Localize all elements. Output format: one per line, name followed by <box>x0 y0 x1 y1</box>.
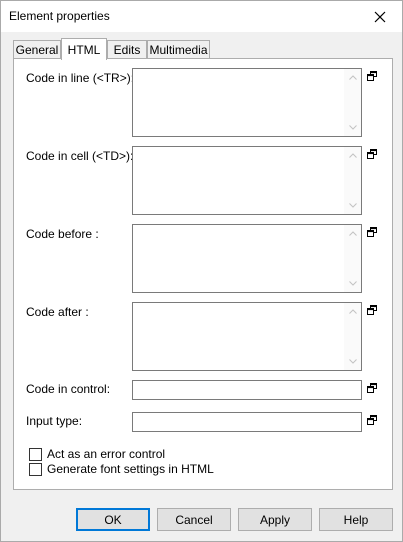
title-bar: Element properties <box>1 1 402 32</box>
apply-button[interactable]: Apply <box>238 508 312 531</box>
ok-button[interactable]: OK <box>76 508 150 531</box>
chevron-down-icon <box>348 281 357 286</box>
chevron-down-icon <box>348 125 357 130</box>
dialog-window: Element properties General HTML Edits Mu… <box>0 0 403 542</box>
expand-editor-icon[interactable] <box>367 415 377 425</box>
code-in-control-input[interactable] <box>132 380 362 400</box>
tab-html[interactable]: HTML <box>61 38 107 60</box>
error-control-checkbox[interactable] <box>29 447 42 461</box>
tab-edits[interactable]: Edits <box>107 40 147 59</box>
scrollbar[interactable] <box>344 303 361 370</box>
help-button[interactable]: Help <box>319 508 393 531</box>
expand-editor-icon[interactable] <box>367 227 377 237</box>
scroll-down-arrow[interactable] <box>344 353 361 370</box>
close-icon <box>374 11 386 22</box>
chevron-up-icon <box>348 75 357 80</box>
code-before-field[interactable] <box>132 224 362 293</box>
scroll-down-arrow[interactable] <box>344 119 361 136</box>
code-in-control-label: Code in control: <box>26 382 111 396</box>
error-control-label: Act as an error control <box>47 447 166 461</box>
code-before-label: Code before : <box>26 227 99 241</box>
chevron-up-icon <box>348 153 357 158</box>
scrollbar[interactable] <box>344 69 361 136</box>
scrollbar[interactable] <box>344 225 361 292</box>
code-in-line-field[interactable] <box>132 68 362 137</box>
font-settings-checkbox-row[interactable]: Generate font settings in HTML <box>29 462 214 476</box>
cancel-button[interactable]: Cancel <box>157 508 231 531</box>
input-type-label: Input type: <box>26 414 83 428</box>
tab-general[interactable]: General <box>13 40 61 59</box>
chevron-down-icon <box>348 359 357 364</box>
error-control-checkbox-row[interactable]: Act as an error control <box>29 447 165 461</box>
expand-editor-icon[interactable] <box>367 383 377 393</box>
tab-multimedia[interactable]: Multimedia <box>147 40 210 59</box>
font-settings-checkbox[interactable] <box>29 462 42 476</box>
scroll-up-arrow[interactable] <box>344 147 361 164</box>
chevron-up-icon <box>348 309 357 314</box>
font-settings-label: Generate font settings in HTML <box>47 462 214 476</box>
scroll-down-arrow[interactable] <box>344 197 361 214</box>
scroll-down-arrow[interactable] <box>344 275 361 292</box>
expand-editor-icon[interactable] <box>367 71 377 81</box>
chevron-up-icon <box>348 231 357 236</box>
scroll-up-arrow[interactable] <box>344 303 361 320</box>
scroll-up-arrow[interactable] <box>344 69 361 86</box>
close-button[interactable] <box>358 1 402 32</box>
expand-editor-icon[interactable] <box>367 305 377 315</box>
code-in-line-label: Code in line (<TR>): <box>26 71 135 85</box>
scrollbar[interactable] <box>344 147 361 214</box>
input-type-input[interactable] <box>132 412 362 432</box>
tab-strip: General HTML Edits Multimedia <box>13 38 393 60</box>
window-title: Element properties <box>9 9 110 23</box>
code-after-field[interactable] <box>132 302 362 371</box>
expand-editor-icon[interactable] <box>367 149 377 159</box>
scroll-up-arrow[interactable] <box>344 225 361 242</box>
code-in-cell-field[interactable] <box>132 146 362 215</box>
chevron-down-icon <box>348 203 357 208</box>
code-after-label: Code after : <box>26 305 89 319</box>
code-in-cell-label: Code in cell (<TD>): <box>26 149 134 163</box>
